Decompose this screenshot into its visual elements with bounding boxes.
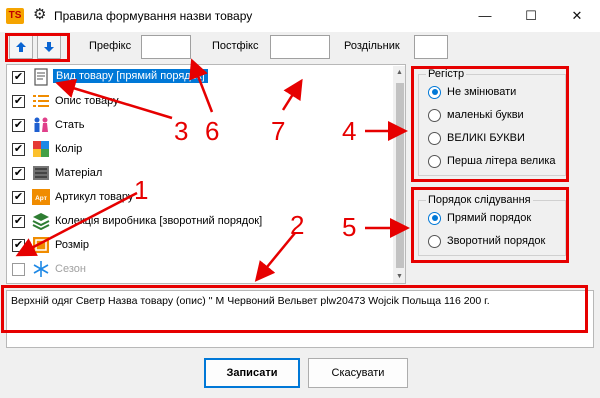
annotation-label-6: 6 — [205, 116, 220, 146]
arrow-1 — [15, 191, 138, 257]
annotation-label-3: 3 — [174, 116, 189, 146]
annotation-arrows — [15, 58, 410, 282]
annotation-label-5: 5 — [342, 212, 357, 242]
annotation-label-2: 2 — [290, 210, 305, 240]
arrow-3 — [55, 78, 173, 120]
annotation-label-4: 4 — [342, 116, 357, 146]
annotation-label-7: 7 — [271, 116, 286, 146]
annotation-label-1: 1 — [134, 175, 149, 205]
arrow-7 — [281, 78, 303, 111]
arrow-6 — [189, 58, 214, 113]
